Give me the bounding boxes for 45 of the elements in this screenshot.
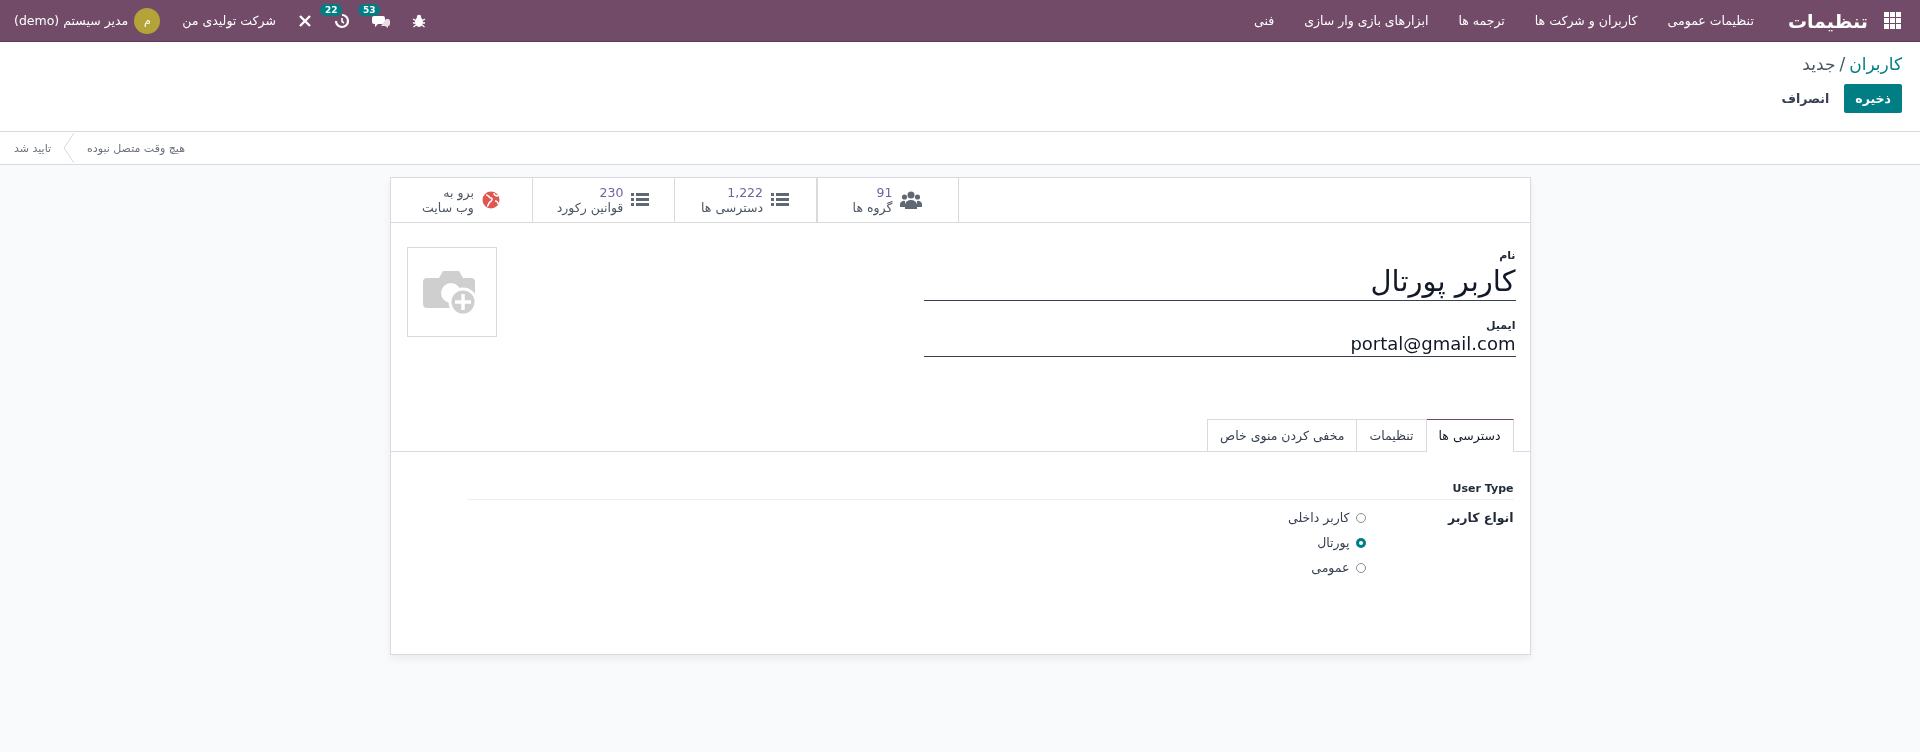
stat-value: برو به bbox=[442, 185, 474, 200]
globe-icon bbox=[481, 191, 500, 209]
tab[interactable]: دسترسی ها bbox=[1425, 419, 1514, 452]
company-name[interactable]: شرکت تولیدی من bbox=[182, 13, 276, 28]
stat-label: دسترسی ها bbox=[701, 200, 763, 215]
menu-item[interactable]: کاربران و شرکت ها bbox=[1534, 13, 1638, 28]
breadcrumb-current: جدید bbox=[1802, 54, 1836, 74]
messages-count-badge: 53 bbox=[357, 3, 381, 16]
clock-icon[interactable] bbox=[333, 12, 350, 29]
users-icon bbox=[900, 191, 923, 209]
stat-label: وب سایت bbox=[422, 200, 474, 215]
user-name[interactable]: مدیر سیستم (demo) bbox=[14, 13, 129, 28]
menu-item[interactable]: فنی bbox=[1254, 13, 1275, 28]
breadcrumb-separator: / bbox=[1839, 54, 1846, 74]
stat-value: 91 bbox=[875, 185, 893, 200]
list-icon bbox=[771, 193, 789, 207]
radio-option[interactable]: کاربر داخلی bbox=[1288, 510, 1366, 525]
stat-label: قوانین رکورد bbox=[556, 200, 624, 215]
field-label: نام bbox=[1498, 249, 1516, 262]
status-stage[interactable]: هیچ وقت متصل نبوده bbox=[87, 141, 185, 155]
radio-button[interactable] bbox=[1355, 537, 1366, 548]
menu-item[interactable]: تنظیمات عمومی bbox=[1667, 13, 1754, 28]
apps-grid-icon[interactable] bbox=[1884, 11, 1902, 30]
name-field[interactable]: کاربر پورتال bbox=[923, 262, 1516, 301]
bug-icon[interactable] bbox=[411, 13, 426, 28]
breadcrumb-link[interactable]: کاربران bbox=[1849, 54, 1902, 74]
list-icon bbox=[631, 193, 650, 207]
menu-item[interactable]: ابزارهای بازی وار سازی bbox=[1304, 13, 1429, 28]
radio-option[interactable]: عمومی bbox=[1288, 560, 1366, 575]
section-title: User Type bbox=[466, 482, 1514, 500]
smart-button[interactable]: برو به وب سایت bbox=[390, 178, 533, 222]
menu-item[interactable]: ترجمه ها bbox=[1458, 13, 1505, 28]
radio-option[interactable]: پورتال bbox=[1288, 535, 1366, 550]
stat-value: 230 bbox=[598, 185, 624, 200]
stat-label: گروه ها bbox=[852, 200, 893, 215]
field-label: انواع کاربر bbox=[1446, 510, 1514, 527]
field-label: ایمیل bbox=[1484, 319, 1516, 332]
email-field[interactable]: portal@gmail.com bbox=[923, 332, 1516, 357]
save-button[interactable]: ذخیره bbox=[1844, 84, 1902, 113]
tab[interactable]: مخفی کردن منوی خاص bbox=[1207, 419, 1358, 451]
activities-count-badge: 22 bbox=[319, 3, 343, 16]
app-title[interactable]: تنظیمات bbox=[1787, 9, 1868, 32]
stat-value: 1,222 bbox=[726, 185, 763, 200]
tools-icon[interactable] bbox=[297, 13, 312, 28]
status-stage[interactable]: تایید شد bbox=[14, 141, 52, 155]
